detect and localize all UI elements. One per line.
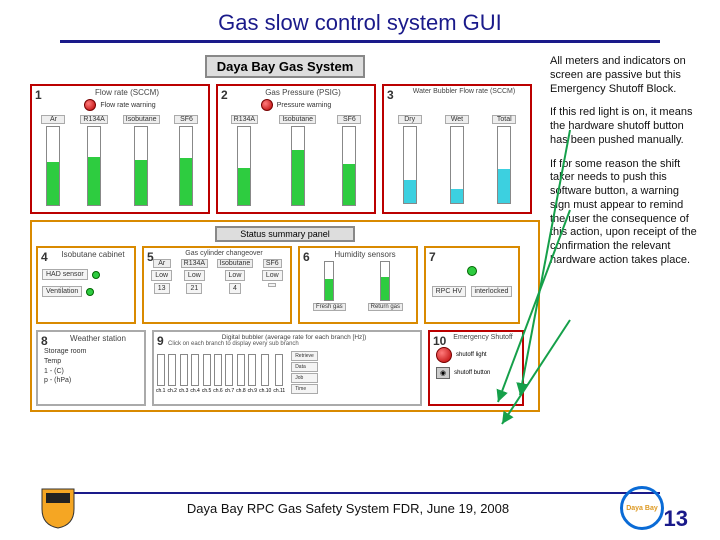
panel-number: 8 (41, 334, 48, 348)
row: Storage room (44, 347, 138, 357)
side: Time (291, 384, 318, 394)
col-label: R134A (231, 115, 258, 124)
led-label: Pressure warning (277, 102, 331, 109)
panel-number: 10 (433, 334, 446, 348)
shutoff-led-icon (436, 347, 452, 363)
slide-title: Gas slow control system GUI (0, 0, 720, 40)
ch: ch.6 (213, 388, 222, 394)
ch: ch.8 (236, 388, 245, 394)
label: RPC HV (432, 286, 466, 297)
shutoff-button[interactable]: ◉ (436, 367, 450, 379)
val: Low (262, 270, 283, 281)
row: 1 - (C) (44, 367, 138, 377)
panel-water-bubbler: 3 Water Bubbler Flow rate (SCCM) Dry Wet… (382, 84, 532, 214)
row: p - (hPa) (44, 376, 138, 386)
panel-title: Digital bubbler (average rate for each b… (154, 332, 420, 341)
panel-title: Flow rate (SCCM) (32, 86, 208, 97)
row-label: Ventilation (42, 286, 82, 297)
val: 4 (229, 283, 241, 294)
panel-number: 6 (303, 250, 310, 264)
side: Data (291, 362, 318, 372)
col-label: Isobutane (123, 115, 160, 124)
panel-title: Water Bubbler Flow rate (SCCM) (384, 86, 530, 95)
ch: ch.5 (202, 388, 211, 394)
col-label: SF6 (174, 115, 198, 124)
col-label: Ar (153, 259, 171, 268)
ch: ch.3 (179, 388, 188, 394)
val: Low (151, 270, 172, 281)
panel-rpc-hv: 7 RPC HV interlocked (424, 246, 520, 324)
note-paragraph: If this red light is on, it means the ha… (550, 106, 700, 147)
val: 13 (154, 283, 170, 294)
status-banner: Status summary panel (215, 226, 355, 242)
panel-flow-rate: 1 Flow rate (SCCM) Flow rate warning Ar … (30, 84, 210, 214)
col-label: R134A (181, 259, 208, 268)
panel-number: 3 (387, 88, 394, 102)
col-label: Isobutane (279, 115, 316, 124)
side: Retrieve (291, 351, 318, 361)
footer: Daya Bay RPC Gas Safety System FDR, June… (0, 486, 720, 530)
col-label: Total (492, 115, 516, 124)
panel-number: 2 (221, 88, 228, 102)
col-label: Return gas (368, 303, 403, 311)
panel-title: Weather station (38, 332, 144, 343)
label: interlocked (471, 286, 513, 297)
val: Low (184, 270, 205, 281)
panel-weather: 8 Weather station Storage room Temp 1 - … (36, 330, 146, 406)
ch: ch.1 (156, 388, 165, 394)
button-label: shutoff button (454, 370, 490, 376)
page-number: 13 (664, 506, 688, 532)
ch: ch.11 (273, 388, 285, 394)
val (268, 283, 276, 287)
led-label: shutoff light (456, 352, 487, 358)
ch: ch.10 (259, 388, 271, 394)
panel-gas-pressure: 2 Gas Pressure (PSIG) Pressure warning R… (216, 84, 376, 214)
col-label: R134A (80, 115, 107, 124)
col-label: Fresh gas (313, 303, 346, 311)
panel-title: Gas Pressure (PSIG) (218, 86, 374, 97)
footer-text: Daya Bay RPC Gas Safety System FDR, June… (187, 501, 509, 516)
led-label: Flow rate warning (100, 102, 155, 109)
panel-number: 4 (41, 250, 48, 264)
panel-title: Isobutane cabinet (38, 248, 134, 259)
panel-cylinder-changeover: 5 Gas cylinder changeover Ar Low 13 R134A L… (142, 246, 292, 324)
col-label: SF6 (263, 259, 282, 268)
ch: ch.2 (167, 388, 176, 394)
col-label: Dry (398, 115, 422, 124)
panel-humidity: 6 Humidity sensors Fresh gas Return gas (298, 246, 418, 324)
gui-system-title: Daya Bay Gas System (205, 55, 365, 78)
panel-number: 9 (157, 334, 164, 348)
warning-led-icon (261, 99, 273, 111)
warning-led-icon (84, 99, 96, 111)
col-label: Isobutane (217, 259, 254, 268)
panel-title: Humidity sensors (300, 248, 416, 259)
panel-emergency-shutoff: 10 Emergency Shutoff shutoff light ◉ shu… (428, 330, 524, 406)
shield-icon (40, 487, 76, 529)
panel-isobutane-cabinet: 4 Isobutane cabinet HAD sensor Ventilati… (36, 246, 136, 324)
val: Low (225, 270, 246, 281)
note-paragraph: If for some reason the shift taker needs… (550, 158, 700, 268)
ch: ch.4 (190, 388, 199, 394)
row: Temp (44, 357, 138, 367)
dayabay-logo-icon: Daya Bay (620, 486, 664, 530)
val: 21 (186, 283, 202, 294)
panel-digital-bubbler: 9 Digital bubbler (average rate for each… (152, 330, 422, 406)
panel-number: 7 (429, 250, 436, 264)
panel-number: 5 (147, 250, 154, 264)
row-label: HAD sensor (42, 269, 88, 280)
panel-title: Gas cylinder changeover (144, 248, 290, 257)
side: Job (291, 373, 318, 383)
panel-number: 1 (35, 88, 42, 102)
col-label: Wet (445, 115, 469, 124)
ch: ch.9 (248, 388, 257, 394)
note-paragraph: All meters and indicators on screen are … (550, 55, 700, 96)
col-label: SF6 (337, 115, 361, 124)
annotation-notes: All meters and indicators on screen are … (550, 55, 700, 412)
col-label: Ar (41, 115, 65, 124)
ch: ch.7 (225, 388, 234, 394)
gui-screenshot: Daya Bay Gas System 1 Flow rate (SCCM) F… (30, 55, 540, 412)
